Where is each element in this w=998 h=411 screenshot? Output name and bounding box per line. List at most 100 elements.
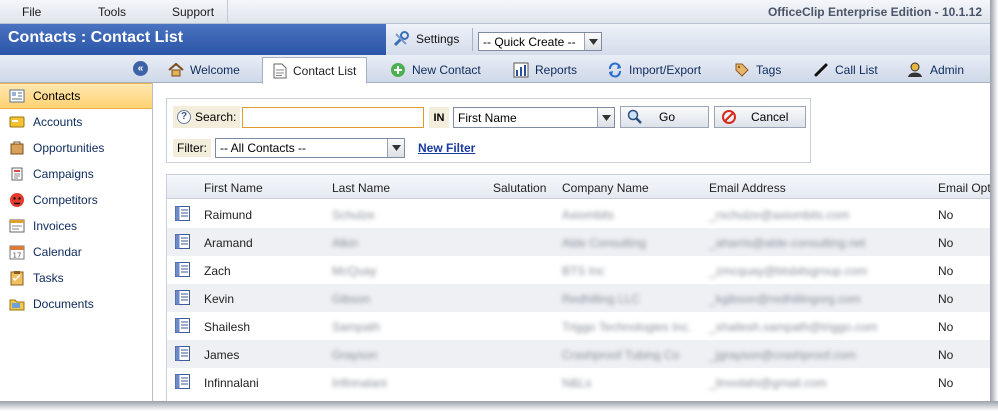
cell-email: _zmcquay@btsbitsgroup.com <box>709 264 868 278</box>
table-row[interactable]: James Grayson Crashproof Tubing Co _jgra… <box>167 340 990 368</box>
cell-email-opt: No <box>938 348 954 362</box>
sidebar-item-campaigns[interactable]: Campaigns <box>0 161 152 187</box>
tab-contact-list[interactable]: Contact List <box>262 57 368 84</box>
cell-company: N&Ls <box>562 376 592 390</box>
contact-card-icon[interactable] <box>175 346 190 361</box>
menu-file[interactable]: File <box>22 5 41 19</box>
contacts-icon <box>9 89 25 103</box>
new-filter-link[interactable]: New Filter <box>418 141 475 155</box>
table-row[interactable]: Kevin Gibson Redhilling LLC _kgibson@red… <box>167 284 990 312</box>
quick-create-select[interactable]: -- Quick Create -- <box>478 32 602 51</box>
chevron-down-icon <box>387 139 404 157</box>
page-title: Contacts : Contact List <box>8 29 184 46</box>
cell-company: Crashproof Tubing Co <box>562 348 680 362</box>
tab-call-list[interactable]: Call List <box>803 57 888 83</box>
tab-new-contact[interactable]: New Contact <box>380 57 491 83</box>
window-shadow-bottom <box>0 401 998 411</box>
column-last-name[interactable]: Last Name <box>332 181 390 195</box>
column-email-address[interactable]: Email Address <box>709 181 786 195</box>
collapse-sidebar-icon[interactable]: « <box>133 61 148 76</box>
filter-value: -- All Contacts -- <box>220 141 307 155</box>
tab-welcome[interactable]: Welcome <box>158 57 250 83</box>
toolbar: Settings -- Quick Create -- <box>386 24 990 55</box>
go-button[interactable]: Go <box>620 106 709 128</box>
tab-label: Call List <box>835 63 878 77</box>
sidebar-item-contacts[interactable]: Contacts <box>0 83 152 109</box>
sidebar-item-label: Documents <box>33 297 94 311</box>
tab-label: Welcome <box>190 63 240 77</box>
column-email-opt[interactable]: Email Opt <box>938 181 990 195</box>
cell-last-name: Gibson <box>332 292 371 306</box>
table-row[interactable]: Zach McQuay BTS Inc _zmcquay@btsbitsgrou… <box>167 256 990 284</box>
sidebar: Contacts Accounts Opportunities Campaign… <box>0 83 153 401</box>
settings-button[interactable]: Settings <box>392 29 459 49</box>
cell-company: Triggo Technologies Inc. <box>562 320 692 334</box>
cancel-label: Cancel <box>751 110 789 124</box>
search-label-box: ? Search: <box>173 106 241 128</box>
contact-card-icon[interactable] <box>175 374 190 389</box>
phone-icon <box>814 63 828 77</box>
search-field-value: First Name <box>458 110 517 125</box>
menu-support[interactable]: Support <box>172 5 214 19</box>
tab-reports[interactable]: Reports <box>503 57 587 83</box>
window-shadow-right <box>990 0 998 411</box>
cell-email: _linoolahi@gmail.com <box>709 376 827 390</box>
cell-last-name: Sampath <box>332 320 381 334</box>
tab-label: New Contact <box>412 63 481 77</box>
filter-select[interactable]: -- All Contacts -- <box>215 138 405 158</box>
contact-card-icon[interactable] <box>175 262 190 277</box>
sidebar-item-calendar[interactable]: 17 Calendar <box>0 239 152 265</box>
sidebar-item-opportunities[interactable]: Opportunities <box>0 135 152 161</box>
sidebar-item-documents[interactable]: Documents <box>0 291 152 317</box>
table-row[interactable]: Infinnalani Infinnalani N&Ls _linoolahi@… <box>167 368 990 396</box>
tab-import-export[interactable]: Import/Export <box>597 57 711 83</box>
sidebar-item-label: Opportunities <box>33 141 105 155</box>
cancel-button[interactable]: Cancel <box>714 106 806 128</box>
sidebar-item-competitors[interactable]: Competitors <box>0 187 152 213</box>
contact-card-icon[interactable] <box>175 318 190 333</box>
table-row[interactable]: Shailesh Sampath Triggo Technologies Inc… <box>167 312 990 340</box>
quick-create-value: -- Quick Create -- <box>483 34 576 49</box>
campaigns-icon <box>11 167 23 181</box>
cell-last-name: Schulze <box>332 208 375 222</box>
contact-card-icon[interactable] <box>175 290 190 305</box>
contact-grid: First Name Last Name Salutation Company … <box>166 174 990 401</box>
tab-admin[interactable]: Admin <box>896 57 974 83</box>
sidebar-item-tasks[interactable]: Tasks <box>0 265 152 291</box>
filter-label: Filter: <box>173 139 211 157</box>
contact-card-icon[interactable] <box>175 234 190 249</box>
cell-email: _rschulze@axiombits.com <box>709 208 850 222</box>
search-field-select[interactable]: First Name <box>453 107 615 128</box>
table-row[interactable]: Raimund Schulze Axiombits _rschulze@axio… <box>167 200 990 228</box>
sidebar-item-label: Calendar <box>33 245 82 259</box>
document-icon <box>273 63 287 78</box>
help-icon[interactable]: ? <box>177 110 191 124</box>
menu-tools[interactable]: Tools <box>98 5 126 19</box>
column-first-name[interactable]: First Name <box>204 181 263 195</box>
table-row[interactable]: Aramand Alkin Alde Consulting _aharris@a… <box>167 228 990 256</box>
menu-bar: File Tools Support OfficeClip Enterprise… <box>0 0 990 24</box>
tab-tags[interactable]: Tags <box>724 57 791 83</box>
contact-card-icon[interactable] <box>175 206 190 221</box>
column-company-name[interactable]: Company Name <box>562 181 649 195</box>
cell-first-name: Kevin <box>204 292 235 306</box>
sync-icon <box>609 62 621 78</box>
sidebar-item-invoices[interactable]: Invoices <box>0 213 152 239</box>
cell-email-opt: No <box>938 376 954 390</box>
cell-first-name: Infinnalani <box>204 376 259 390</box>
invoices-icon <box>9 219 25 233</box>
tab-label: Reports <box>535 63 578 77</box>
cell-first-name: James <box>204 348 240 362</box>
cell-email-opt: No <box>938 236 954 250</box>
accounts-icon <box>9 116 25 128</box>
search-label: Search: <box>195 110 237 124</box>
tab-label: Import/Export <box>629 63 702 77</box>
sidebar-item-label: Tasks <box>33 271 64 285</box>
go-label: Go <box>659 110 676 124</box>
cancel-icon <box>722 110 736 124</box>
sidebar-item-accounts[interactable]: Accounts <box>0 109 152 135</box>
cell-company: Redhilling LLC <box>562 292 641 306</box>
search-input[interactable] <box>242 107 424 128</box>
cell-last-name: Infinnalani <box>332 376 387 390</box>
column-salutation[interactable]: Salutation <box>493 181 546 195</box>
